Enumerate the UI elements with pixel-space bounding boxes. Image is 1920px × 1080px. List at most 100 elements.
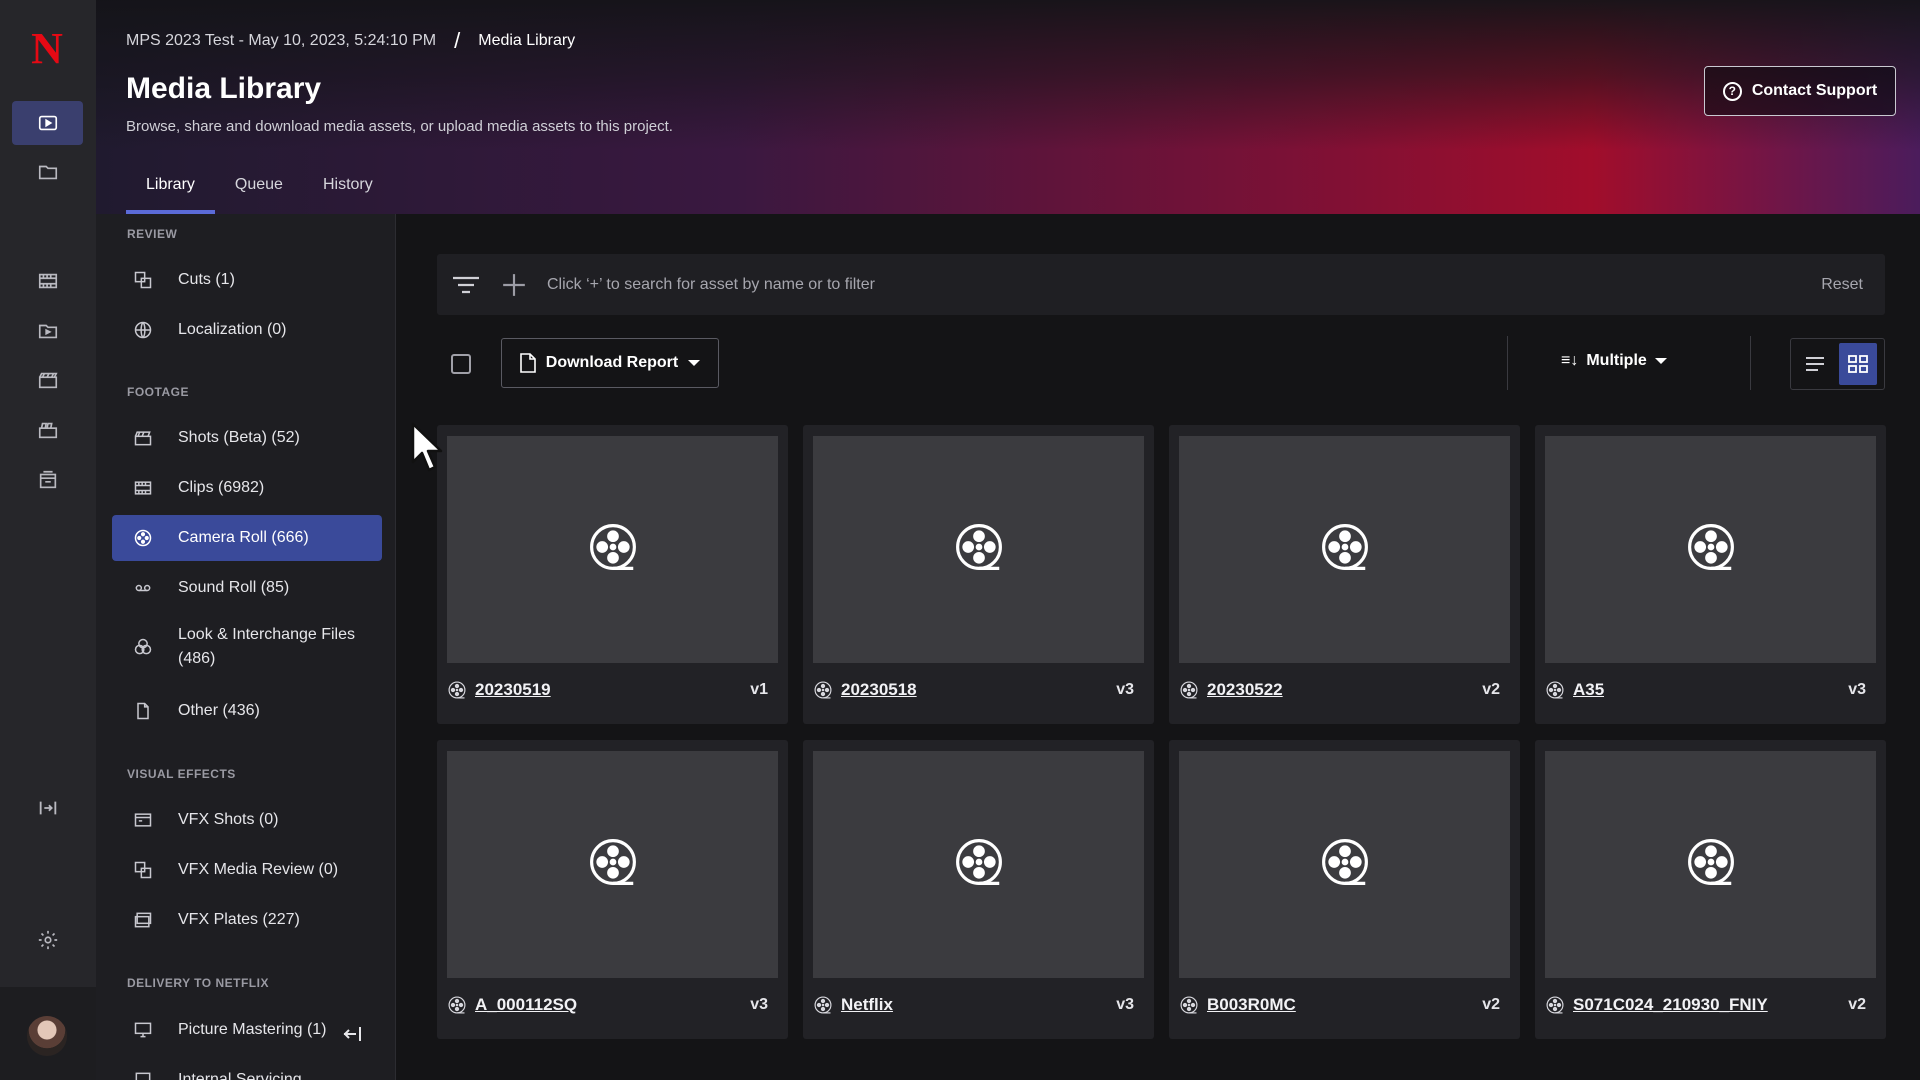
sort-icon: ≡↓	[1561, 352, 1579, 369]
film-reel-icon	[132, 527, 154, 549]
sidebar-item-localization[interactable]: Localization (0)	[112, 307, 382, 353]
vfx-shots-icon	[132, 809, 154, 831]
asset-card[interactable]: 20230519 v1	[437, 425, 788, 724]
contact-support-label: Contact Support	[1751, 82, 1878, 99]
clapper-icon[interactable]	[12, 408, 83, 452]
film-strip-icon	[132, 477, 154, 499]
reset-button[interactable]: Reset	[1821, 276, 1863, 294]
tape-icon	[132, 577, 154, 599]
film-reel-icon	[1545, 995, 1565, 1015]
asset-thumbnail[interactable]	[1179, 436, 1510, 663]
asset-card-footer: 20230518 v3	[813, 677, 1144, 703]
avatar[interactable]	[27, 1016, 67, 1056]
sidebar-item-camera-roll[interactable]: Camera Roll (666)	[112, 515, 382, 561]
asset-name-link[interactable]: 20230519	[475, 680, 551, 700]
grid-view-icon[interactable]	[1839, 343, 1877, 385]
color-circles-icon	[132, 636, 154, 658]
monitor-icon	[132, 1019, 154, 1041]
asset-name-link[interactable]: Netflix	[841, 995, 893, 1015]
vfx-plates-icon	[132, 909, 154, 931]
sidebar-item-other[interactable]: Other (436)	[112, 688, 382, 734]
sidebar-item-shots[interactable]: Shots (Beta) (52)	[112, 415, 382, 461]
breadcrumb-project[interactable]: MPS 2023 Test - May 10, 2023, 5:24:10 PM	[126, 32, 436, 50]
sidebar-item-sound-roll[interactable]: Sound Roll (85)	[112, 565, 382, 611]
clapperboard-icon	[132, 427, 154, 449]
asset-name-link[interactable]: A_000112SQ	[475, 995, 577, 1015]
asset-thumbnail[interactable]	[1179, 751, 1510, 978]
asset-card[interactable]: B003R0MC v2	[1169, 740, 1520, 1039]
sidebar-item-label: Localization (0)	[178, 321, 287, 338]
download-report-button[interactable]: Download Report	[501, 338, 719, 388]
asset-version: v3	[1116, 681, 1134, 698]
help-circle-icon: ?	[1722, 81, 1742, 101]
vfx-review-icon	[132, 859, 154, 881]
tab-queue[interactable]: Queue	[215, 176, 303, 214]
film-reel-icon	[447, 995, 467, 1015]
asset-thumbnail[interactable]	[447, 436, 778, 663]
asset-version: v3	[750, 996, 768, 1013]
select-all-checkbox[interactable]	[451, 354, 471, 374]
media-library-icon[interactable]	[12, 101, 83, 145]
list-view-icon[interactable]	[1796, 343, 1834, 385]
asset-thumbnail[interactable]	[813, 436, 1144, 663]
sidebar-item-label: Camera Roll (666)	[178, 529, 309, 546]
slate-icon[interactable]	[12, 358, 83, 402]
search-filter-bar[interactable]: Click ‘+’ to search for asset by name or…	[437, 254, 1885, 315]
gear-icon[interactable]	[12, 918, 83, 962]
sidebar-item-label: Picture Mastering (1)	[178, 1021, 327, 1038]
asset-thumbnail[interactable]	[1545, 751, 1876, 978]
asset-card-footer: 20230519 v1	[447, 677, 778, 703]
asset-name-link[interactable]: 20230518	[841, 680, 917, 700]
asset-thumbnail[interactable]	[813, 751, 1144, 978]
sort-dropdown[interactable]: ≡↓ Multiple	[1561, 352, 1667, 370]
breadcrumb-separator: /	[454, 28, 461, 53]
sidebar-item-clips[interactable]: Clips (6982)	[112, 465, 382, 511]
contact-support-button[interactable]: ? Contact Support	[1704, 66, 1896, 116]
sidebar-item-vfx-plates[interactable]: VFX Plates (227)	[112, 897, 382, 943]
sidebar-item-look-files[interactable]: Look & Interchange Files (486)	[112, 617, 382, 677]
asset-name-link[interactable]: S071C024_210930_FNIY	[1573, 995, 1768, 1015]
film-reel-icon	[1545, 680, 1565, 700]
asset-version: v3	[1116, 996, 1134, 1013]
film-strip-icon[interactable]	[12, 259, 83, 303]
film-reel-icon	[1684, 835, 1738, 894]
asset-card[interactable]: Netflix v3	[803, 740, 1154, 1039]
sidebar-item-vfx-shots[interactable]: VFX Shots (0)	[112, 797, 382, 843]
sidebar-item-cuts[interactable]: Cuts (1)	[112, 257, 382, 303]
asset-card-footer: 20230522 v2	[1179, 677, 1510, 703]
add-filter-icon[interactable]	[501, 272, 527, 298]
archive-icon[interactable]	[12, 458, 83, 502]
sidebar-item-label: Sound Roll (85)	[178, 579, 290, 596]
asset-card[interactable]: 20230522 v2	[1169, 425, 1520, 724]
sidebar-item-label: Shots (Beta) (52)	[178, 429, 300, 446]
sidebar-item-label: VFX Shots (0)	[178, 811, 279, 828]
asset-name-link[interactable]: A35	[1573, 680, 1604, 700]
tab-library[interactable]: Library	[126, 176, 215, 214]
folder-icon[interactable]	[12, 150, 83, 194]
library-sidebar: REVIEW Cuts (1) Localization (0) FOOTAGE…	[96, 214, 396, 1080]
asset-card[interactable]: A35 v3	[1535, 425, 1886, 724]
film-reel-icon	[813, 680, 833, 700]
cuts-icon	[132, 269, 154, 291]
page-header: MPS 2023 Test - May 10, 2023, 5:24:10 PM…	[96, 0, 1920, 214]
asset-version: v2	[1848, 996, 1866, 1013]
asset-card[interactable]: S071C024_210930_FNIY v2	[1535, 740, 1886, 1039]
filter-icon[interactable]	[451, 273, 481, 297]
netflix-logo[interactable]: N	[30, 24, 64, 73]
tab-history[interactable]: History	[303, 176, 393, 214]
sidebar-item-label: Clips (6982)	[178, 479, 265, 496]
asset-card[interactable]: 20230518 v3	[803, 425, 1154, 724]
play-folder-icon[interactable]	[12, 309, 83, 353]
asset-thumbnail[interactable]	[447, 751, 778, 978]
collapse-sidebar-icon[interactable]	[340, 1022, 364, 1046]
asset-card-footer: B003R0MC v2	[1179, 992, 1510, 1018]
sidebar-item-label: VFX Media Review (0)	[178, 861, 339, 878]
asset-name-link[interactable]: 20230522	[1207, 680, 1283, 700]
asset-card[interactable]: A_000112SQ v3	[437, 740, 788, 1039]
asset-name-link[interactable]: B003R0MC	[1207, 995, 1296, 1015]
expand-sidebar-icon[interactable]	[12, 786, 83, 830]
asset-thumbnail[interactable]	[1545, 436, 1876, 663]
sidebar-item-internal-servicing[interactable]: Internal Servicing	[112, 1057, 382, 1080]
search-placeholder[interactable]: Click ‘+’ to search for asset by name or…	[547, 276, 875, 294]
sidebar-item-vfx-review[interactable]: VFX Media Review (0)	[112, 847, 382, 893]
